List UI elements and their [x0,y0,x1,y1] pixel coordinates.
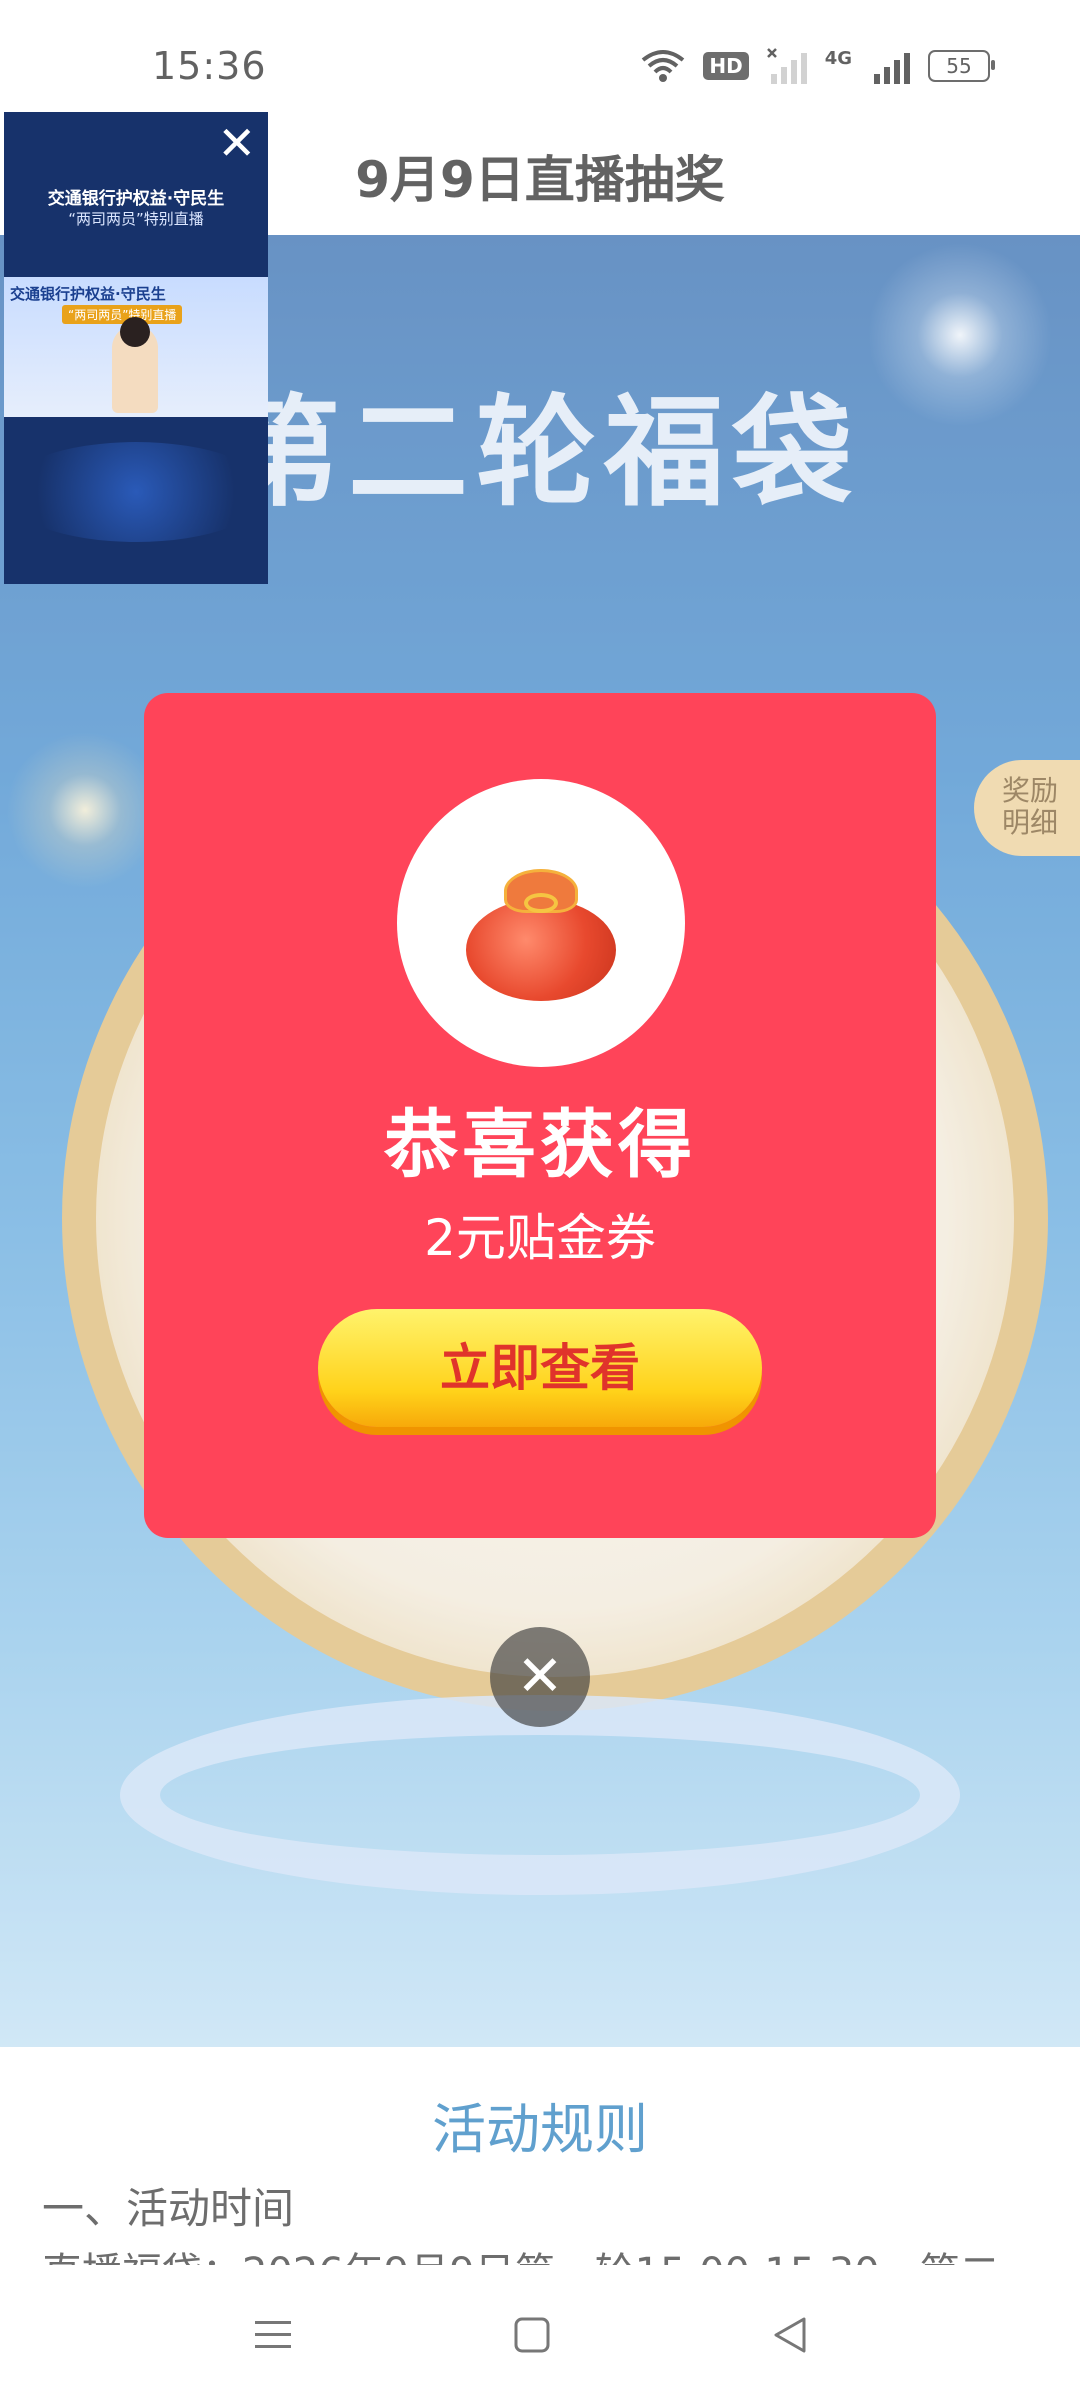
video-subtitle: “两司两员”特别直播 [62,305,183,324]
congrats-text: 恭喜获得 [384,1102,696,1188]
live-window-decoration [4,442,268,542]
system-nav-bar [0,2265,1080,2400]
menu-icon[interactable] [243,2305,303,2365]
close-icon[interactable]: ✕ [490,1627,590,1727]
live-window-title: 交通银行护权益·守民生 [47,189,225,209]
back-triangle-icon[interactable] [760,2305,820,2365]
live-video-preview[interactable]: 交通银行护权益·守民生 “两司两员”特别直播 [4,277,268,417]
lucky-bag-icon [466,859,616,1001]
floating-live-window[interactable]: ✕ 交通银行护权益·守民生 “两司两员”特别直播 交通银行护权益·守民生 “两司… [4,112,268,584]
prize-image-circle [397,779,685,1067]
prize-modal: 恭喜获得 2元贴金券 立即查看 [144,693,936,1538]
bag-body [466,899,616,1001]
home-square-icon[interactable] [502,2305,562,2365]
live-window-subtitle: “两司两员”特别直播 [68,210,204,228]
view-now-button[interactable]: 立即查看 [318,1309,762,1427]
prize-name: 2元贴金券 [424,1209,656,1267]
bag-bow [524,893,558,913]
presenter-figure [112,317,158,413]
close-icon[interactable]: ✕ [217,120,256,166]
video-title: 交通银行护权益·守民生 [10,285,166,303]
